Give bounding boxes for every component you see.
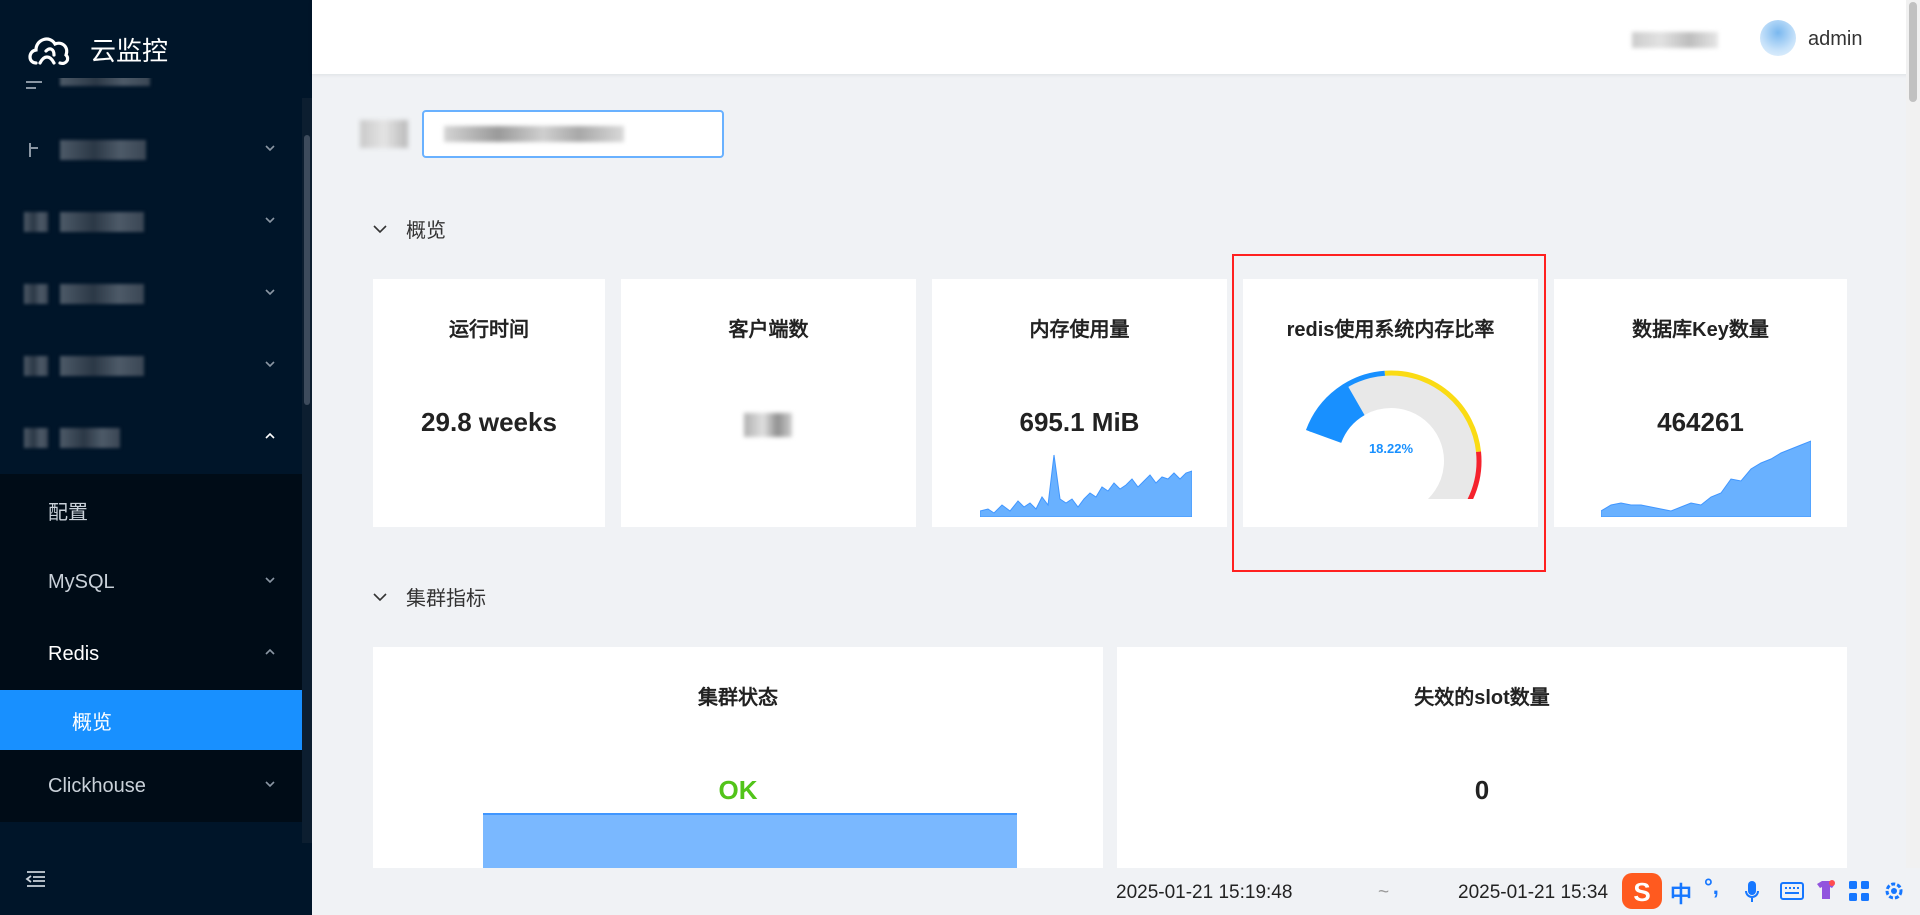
- sidebar-item-1[interactable]: [0, 114, 302, 186]
- memory-sparkline: [980, 454, 1192, 517]
- blurred-icon: [24, 356, 48, 376]
- sidebar-item-2[interactable]: [0, 186, 302, 258]
- sidebar-menu: 配置 MySQL Redis 概览 Clickhouse: [0, 78, 302, 843]
- cloud-logo-icon: [28, 37, 70, 65]
- sidebar-item-label: Clickhouse: [48, 774, 146, 797]
- card-cluster-state: 集群状态 OK: [373, 647, 1103, 868]
- card-value: OK: [718, 775, 758, 805]
- highlight-box: [1232, 254, 1546, 572]
- sidebar-item-redis[interactable]: Redis: [0, 618, 302, 690]
- blurred-label: [60, 78, 150, 86]
- card-value: 0: [1474, 775, 1490, 805]
- card-title: 客户端数: [728, 319, 809, 341]
- time-separator: ~: [1378, 882, 1390, 903]
- sidebar-item-partial[interactable]: [0, 78, 302, 114]
- card-title: 集群状态: [698, 687, 778, 709]
- card-failed-slots: 失效的slot数量 0: [1117, 647, 1847, 868]
- card-title: 运行时间: [449, 319, 529, 341]
- card-value: 695.1 MiB: [1019, 407, 1140, 437]
- ime-punct-label[interactable]: °,: [1704, 874, 1719, 900]
- app-root: 云监控 配置 MySQL Redis 概览 Clickhouse admin 概…: [0, 0, 1920, 915]
- sidebar-item-3[interactable]: [0, 258, 302, 330]
- username[interactable]: admin: [1808, 28, 1862, 51]
- blurred-icon: [24, 284, 48, 304]
- time-to[interactable]: 2025-01-21 15:34: [1458, 882, 1608, 904]
- keyboard-icon[interactable]: [1780, 882, 1804, 900]
- section-title: 概览: [406, 220, 446, 242]
- avatar[interactable]: [1760, 20, 1796, 56]
- chevron-down-icon: [265, 217, 275, 224]
- section-overview-header[interactable]: 概览: [372, 214, 446, 243]
- sogou-s-icon[interactable]: S: [1620, 869, 1664, 913]
- ime-mode-label[interactable]: 中: [1670, 877, 1692, 909]
- sidebar-item-label: Redis: [48, 642, 100, 665]
- microphone-icon[interactable]: [1744, 880, 1760, 904]
- card-title: 失效的slot数量: [1414, 687, 1550, 709]
- chevron-up-icon: [265, 648, 275, 655]
- page-scrollbar-thumb[interactable]: [1909, 2, 1917, 102]
- blurred-icon: [24, 428, 48, 448]
- top-header: admin: [312, 0, 1920, 74]
- chevron-down-icon: [265, 781, 275, 788]
- chevron-down-icon: [265, 145, 275, 152]
- database-submenu: 配置 MySQL Redis 概览 Clickhouse: [0, 474, 302, 822]
- settings-icon[interactable]: [1882, 879, 1906, 903]
- card-value: 29.8 weeks: [421, 407, 557, 437]
- keys-sparkline: [1601, 440, 1811, 517]
- collapse-sidebar-button[interactable]: [0, 843, 312, 915]
- blurred-header-text: [1632, 32, 1718, 48]
- card-clients: 客户端数: [621, 279, 916, 527]
- card-value: 464261: [1657, 407, 1744, 437]
- blurred-icon: [24, 212, 48, 232]
- chevron-down-icon: [265, 289, 275, 296]
- ime-toolbar: S 中 °,: [1620, 868, 1920, 915]
- main-content: 概览 运行时间 29.8 weeks 客户端数 内存使用量 695.1 MiB …: [312, 74, 1904, 868]
- blurred-card-value: [744, 413, 792, 437]
- section-cluster-header[interactable]: 集群指标: [372, 582, 486, 611]
- chevron-down-icon: [265, 577, 275, 584]
- card-uptime: 运行时间 29.8 weeks: [373, 279, 605, 527]
- menu-fold-icon: [25, 871, 45, 887]
- blurred-label: [60, 356, 144, 376]
- sidebar-item-label: 配置: [48, 501, 88, 524]
- section-title: 集群指标: [406, 588, 486, 610]
- toolbox-icon[interactable]: [1848, 880, 1870, 902]
- cluster-state-bar: [483, 813, 1017, 868]
- chevron-down-icon: [373, 592, 387, 601]
- blurred-label: [60, 212, 144, 232]
- sidebar-item-label: MySQL: [48, 570, 115, 593]
- card-memory: 内存使用量 695.1 MiB: [932, 279, 1227, 527]
- card-keys: 数据库Key数量 464261: [1554, 279, 1847, 527]
- sidebar-item-label: 概览: [72, 711, 112, 734]
- sidebar-item-mysql[interactable]: MySQL: [0, 546, 302, 618]
- blurred-label: [60, 284, 144, 304]
- list-icon: [26, 81, 42, 89]
- chevron-down-icon: [265, 361, 275, 368]
- app-title: 云监控: [90, 36, 169, 67]
- sidebar: 云监控 配置 MySQL Redis 概览 Clickhouse: [0, 0, 312, 915]
- time-from[interactable]: 2025-01-21 15:19:48: [1116, 882, 1292, 904]
- blurred-label: [60, 428, 120, 448]
- instance-select[interactable]: [422, 110, 724, 158]
- skin-icon[interactable]: [1814, 878, 1838, 902]
- sidebar-item-database[interactable]: [0, 402, 302, 474]
- sidebar-item-overview[interactable]: 概览: [0, 690, 302, 750]
- svg-text:S: S: [1633, 877, 1650, 907]
- blurred-label: [60, 140, 146, 160]
- card-title: 内存使用量: [1029, 319, 1130, 341]
- sidebar-item-clickhouse[interactable]: Clickhouse: [0, 750, 302, 822]
- sidebar-scrollbar-thumb[interactable]: [304, 135, 310, 405]
- page-scrollbar[interactable]: [1906, 0, 1920, 868]
- chevron-up-icon: [265, 432, 275, 439]
- chevron-down-icon: [373, 224, 387, 233]
- blurred-select-value: [444, 126, 624, 142]
- card-title: 数据库Key数量: [1632, 319, 1769, 341]
- blurred-filter-label: [360, 120, 408, 148]
- sidebar-item-config[interactable]: 配置: [0, 474, 302, 546]
- branch-icon: [29, 143, 38, 157]
- sidebar-item-4[interactable]: [0, 330, 302, 402]
